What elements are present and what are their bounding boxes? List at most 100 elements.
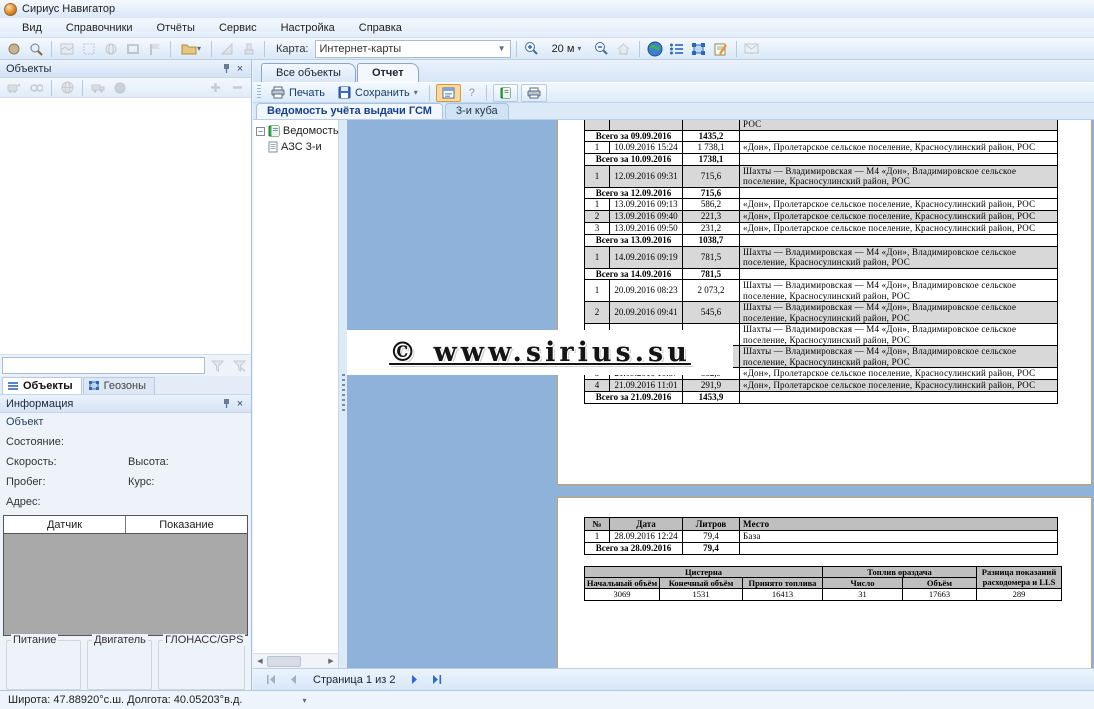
map-select-button[interactable] — [79, 40, 99, 58]
filter-clear-button[interactable] — [229, 357, 249, 375]
tree-hscrollbar[interactable]: ◀ ▶ — [253, 653, 338, 668]
sensor-col-name[interactable]: Датчик — [4, 516, 126, 533]
truck-icon — [91, 83, 105, 93]
show-on-map-button[interactable] — [57, 79, 77, 97]
tab-objects[interactable]: Объекты — [2, 377, 82, 394]
pin-icon[interactable] — [219, 62, 233, 76]
report-cell: 28.09.2016 12:24 — [610, 531, 683, 543]
tab-vedomost-gsm[interactable]: Ведомость учёта выдачи ГСМ — [256, 103, 443, 119]
info-panel-title: Информация — [6, 398, 73, 410]
scroll-left-icon[interactable]: ◀ — [253, 655, 267, 668]
report-row: Всего за 09.09.20161435,2 — [585, 130, 1058, 142]
tab-report[interactable]: Отчет — [357, 63, 419, 82]
ruler-icon — [220, 42, 234, 56]
report-cell: 715,6 — [683, 165, 740, 187]
map-frame-button[interactable] — [57, 40, 77, 58]
copier-icon — [527, 87, 541, 99]
pan-tool-button[interactable] — [4, 40, 24, 58]
object-filter-input[interactable] — [2, 357, 205, 374]
menu-otchety[interactable]: Отчёты — [145, 20, 207, 36]
splitter-handle[interactable] — [339, 120, 347, 668]
globe-button[interactable] — [645, 40, 665, 58]
remove-button[interactable] — [227, 79, 247, 97]
chevron-down-icon: ▼ — [492, 44, 506, 53]
tree-node-vedomost[interactable]: − Ведомость — [256, 123, 338, 139]
info-mileage-label: Пробег: — [6, 476, 128, 488]
map-combo-value: Интернет-карты — [320, 43, 402, 55]
mail-button[interactable] — [742, 40, 762, 58]
window-title: Сириус Навигатор — [22, 3, 115, 15]
minus-icon — [232, 82, 243, 93]
title-bar: Сириус Навигатор — [0, 0, 1094, 18]
gps-label: ГЛОНАСС/GPS — [163, 634, 245, 646]
summary-sub-header: Объём — [903, 577, 977, 588]
pin-icon[interactable] — [219, 397, 233, 411]
report-row: Всего за 10.09.20161738,1 — [585, 154, 1058, 166]
last-page-button[interactable] — [427, 671, 447, 688]
report-cell: 221,3 — [683, 211, 740, 223]
binoculars-button[interactable] — [26, 79, 46, 97]
home-icon — [616, 42, 631, 56]
close-icon[interactable]: × — [233, 397, 247, 411]
stamp-button[interactable] — [239, 40, 259, 58]
menu-spravochniki[interactable]: Справочники — [54, 20, 145, 36]
zoom-out-button[interactable] — [592, 40, 612, 58]
menu-servis[interactable]: Сервис — [207, 20, 269, 36]
parameters-panel-icon — [442, 87, 455, 99]
notes-button[interactable] — [711, 40, 731, 58]
object-list-button[interactable] — [667, 40, 687, 58]
frame-button[interactable] — [123, 40, 143, 58]
collapse-icon[interactable]: − — [256, 127, 265, 136]
report-cell: «Дон», Пролетарское сельское поселение, … — [740, 223, 1058, 235]
objects-list[interactable] — [0, 98, 251, 355]
book-view-button[interactable] — [493, 84, 518, 102]
zoom-in-button[interactable] — [522, 40, 542, 58]
close-icon[interactable]: × — [233, 62, 247, 76]
zoom-region-button[interactable] — [26, 40, 46, 58]
zoom-scale-combo[interactable]: 20 м ▾ — [544, 40, 590, 58]
tree-node-azs[interactable]: АЗС 3-и — [256, 139, 338, 155]
print-preview-button[interactable] — [521, 84, 547, 102]
sensor-col-value[interactable]: Показание — [126, 516, 247, 533]
tab-all-objects[interactable]: Все объекты — [261, 63, 356, 82]
report-viewer[interactable]: РОСВсего за 09.09.20161435,2110.09.2016 … — [347, 120, 1094, 668]
scroll-right-icon[interactable]: ▶ — [324, 655, 338, 668]
filter-apply-button[interactable] — [207, 357, 227, 375]
help-button[interactable]: ? — [464, 84, 480, 102]
first-page-button[interactable] — [261, 671, 281, 688]
scrollbar-thumb[interactable] — [267, 656, 301, 667]
next-page-button[interactable] — [405, 671, 425, 688]
report-row: 120.09.2016 08:232 073,2Шахты — Владимир… — [585, 280, 1058, 302]
prev-page-button[interactable] — [283, 671, 303, 688]
home-button[interactable] — [614, 40, 634, 58]
menu-nastroyka[interactable]: Настройка — [269, 20, 347, 36]
chevron-down-icon[interactable]: ▾ — [302, 696, 306, 705]
truck-button[interactable] — [88, 79, 108, 97]
report-cell: 13.09.2016 09:40 — [610, 211, 683, 223]
menu-spravka[interactable]: Справка — [347, 20, 414, 36]
report-cell: Всего за 09.09.2016 — [585, 130, 683, 142]
tree-node-azs-label: АЗС 3-и — [281, 141, 322, 153]
report-cell: 21.09.2016 11:01 — [610, 380, 683, 392]
toolbar-grip[interactable] — [257, 85, 261, 100]
sphere-button[interactable] — [110, 79, 130, 97]
add-button[interactable] — [205, 79, 225, 97]
print-button[interactable]: Печать — [266, 84, 330, 102]
tab-geozones[interactable]: Геозоны — [83, 377, 155, 394]
geofence-button[interactable] — [689, 40, 709, 58]
prev-page-icon — [289, 675, 297, 684]
report-cell: 2 — [585, 302, 610, 324]
save-button[interactable]: Сохранить ▾ — [333, 84, 423, 102]
menu-vid[interactable]: Вид — [10, 20, 54, 36]
report-cell: 1 — [585, 199, 610, 211]
folder-button[interactable]: ▾ — [176, 40, 206, 58]
ruler-button[interactable] — [217, 40, 237, 58]
report-cell: 781,5 — [683, 246, 740, 268]
add-vehicle-button[interactable] — [4, 79, 24, 97]
power-groupbox: Питание — [6, 640, 81, 690]
tab-3i-kuba[interactable]: 3-и куба — [445, 103, 509, 119]
parameters-toggle-button[interactable] — [436, 84, 461, 102]
globe-small-button[interactable] — [101, 40, 121, 58]
route-flag-button[interactable] — [145, 40, 165, 58]
map-combo[interactable]: Интернет-карты ▼ — [315, 40, 511, 58]
